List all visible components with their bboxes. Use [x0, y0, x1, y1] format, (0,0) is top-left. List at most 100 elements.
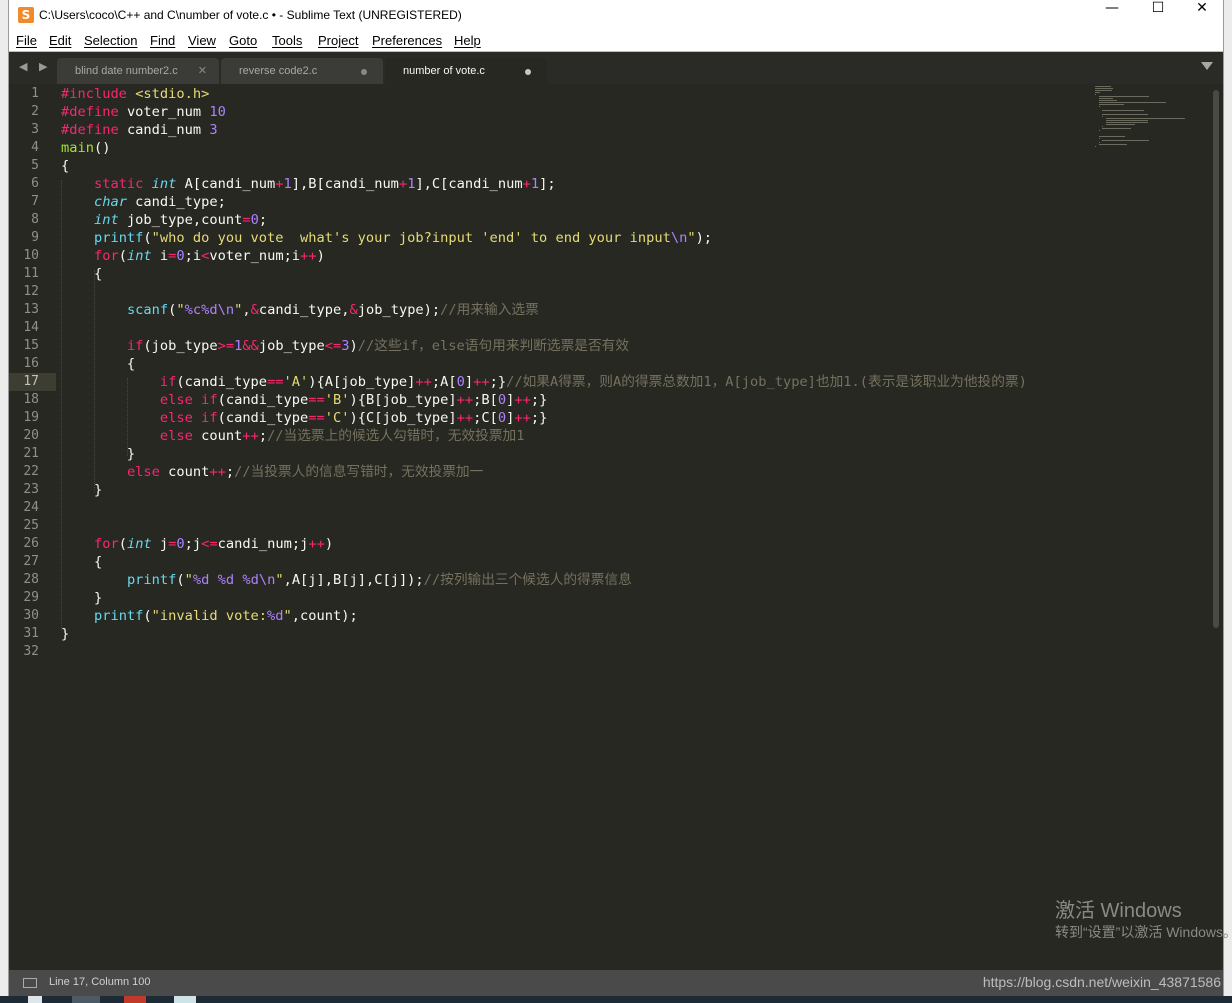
minimap-line	[1105, 122, 1149, 123]
minimap-line	[1098, 144, 1128, 145]
code-line[interactable]: else count++;//当投票人的信息写错时，无效投票加一	[61, 463, 483, 481]
line-number: 30	[23, 608, 39, 623]
tab-close-icon[interactable]: ✕	[198, 64, 207, 77]
code-line[interactable]: else if(candi_type=='B'){B[job_type]++;B…	[61, 391, 547, 409]
minimap-line	[1095, 88, 1113, 89]
tab-label: number of vote.c	[403, 65, 485, 77]
code-line[interactable]: {	[61, 265, 102, 283]
line-number: 22	[23, 464, 39, 479]
code-line[interactable]: {	[61, 157, 69, 175]
code-line[interactable]: }	[61, 625, 69, 643]
line-number-gutter: 1 2 3 4 5 6 7 8 9 10 11 12 13 14 15 16 17 18 19 20 21 22 23 24 2…	[9, 84, 57, 970]
minimize-button[interactable]: —	[1089, 0, 1135, 31]
menu-bar: File Edit Selection Find View Goto Tools…	[9, 31, 1223, 51]
cursor-position: Line 17, Column 100	[49, 976, 151, 988]
line-number: 31	[23, 626, 39, 641]
code-line[interactable]: printf("%d %d %d\n",A[j],B[j],C[j]);//按列…	[61, 571, 632, 589]
line-number: 28	[23, 572, 39, 587]
taskbar-icon[interactable]	[28, 996, 42, 1003]
code-line[interactable]: }	[61, 481, 102, 499]
code-line[interactable]: {	[61, 553, 102, 571]
line-number: 29	[23, 590, 39, 605]
code-line[interactable]: int job_type,count=0;	[61, 211, 267, 229]
menu-selection[interactable]: Selection	[84, 33, 137, 48]
tab-number-of-vote[interactable]: number of vote.c	[385, 58, 547, 85]
code-line[interactable]: scanf("%c%d\n",&candi_type,&job_type);//…	[61, 301, 539, 319]
tab-label: blind date number2.c	[75, 65, 178, 77]
sublime-window: S C:\Users\coco\C++ and C\number of vote…	[8, 0, 1232, 1003]
vertical-scrollbar[interactable]	[1213, 90, 1219, 628]
code-line[interactable]: printf("invalid vote:%d",count);	[61, 607, 358, 625]
line-number: 6	[31, 176, 39, 191]
line-number: 10	[23, 248, 39, 263]
taskbar-icon[interactable]	[124, 996, 146, 1003]
code-line[interactable]: if(candi_type=='A'){A[job_type]++;A[0]++…	[61, 373, 1027, 391]
taskbar-icon[interactable]	[72, 996, 100, 1003]
code-line[interactable]: char candi_type;	[61, 193, 226, 211]
activation-watermark-subtitle: 转到“设置”以激活 Windows。	[1055, 924, 1232, 940]
minimap-line	[1095, 86, 1112, 87]
code-line[interactable]: main()	[61, 139, 110, 157]
line-number: 17	[23, 374, 39, 389]
menu-preferences[interactable]: Preferences	[372, 33, 442, 48]
maximize-button[interactable]: ☐	[1135, 0, 1181, 31]
source-url-watermark: https://blog.csdn.net/weixin_43871586	[982, 974, 1221, 990]
menu-view[interactable]: View	[188, 33, 216, 48]
menu-goto[interactable]: Goto	[229, 33, 257, 48]
code-line[interactable]: #define voter_num 10	[61, 103, 226, 121]
minimap-line	[1098, 106, 1100, 107]
line-number: 9	[31, 230, 39, 245]
line-number: 11	[23, 266, 39, 281]
code-line[interactable]: #include <stdio.h>	[61, 85, 209, 103]
menu-help[interactable]: Help	[454, 33, 481, 48]
code-line[interactable]: }	[61, 445, 135, 463]
tab-bar: ◀ ▶ blind date number2.c ✕ reverse code2…	[9, 51, 1223, 85]
code-line[interactable]: #define candi_num 3	[61, 121, 218, 139]
code-editor[interactable]: 1 2 3 4 5 6 7 8 9 10 11 12 13 14 15 16 17 18 19 20 21 22 23 24 2…	[9, 84, 1232, 970]
minimap-line	[1095, 90, 1113, 91]
minimap-line	[1098, 96, 1149, 97]
activation-watermark-title: 激活 Windows	[1055, 900, 1182, 922]
line-number: 19	[23, 410, 39, 425]
code-line[interactable]: }	[61, 589, 102, 607]
menu-file[interactable]: File	[16, 33, 37, 48]
minimap-line	[1102, 110, 1144, 111]
unsaved-dot-icon[interactable]	[525, 69, 531, 75]
code-line[interactable]: for(int j=0;j<=candi_num;j++)	[61, 535, 333, 553]
code-line[interactable]: if(job_type>=1&&job_type<=3)//这些if，else语…	[61, 337, 629, 355]
minimap-line	[1095, 146, 1096, 147]
code-line[interactable]: else if(candi_type=='C'){C[job_type]++;C…	[61, 409, 547, 427]
menu-edit[interactable]: Edit	[49, 33, 71, 48]
taskbar	[0, 996, 1232, 1003]
window-title: C:\Users\coco\C++ and C\number of vote.c…	[39, 8, 462, 22]
minimap-line	[1102, 126, 1104, 127]
unsaved-dot-icon[interactable]	[361, 69, 367, 75]
line-number: 18	[23, 392, 39, 407]
tab-reverse-code[interactable]: reverse code2.c	[221, 58, 383, 85]
minimap-line	[1098, 100, 1118, 101]
line-number: 12	[23, 284, 39, 299]
menu-tools[interactable]: Tools	[272, 33, 302, 48]
tab-blind-date[interactable]: blind date number2.c ✕	[57, 58, 219, 85]
minimap-line	[1102, 116, 1104, 117]
code-line[interactable]: for(int i=0;i<voter_num;i++)	[61, 247, 325, 265]
code-line[interactable]: else count++;//当选票上的候选人勾错时，无效投票加1	[61, 427, 525, 445]
minimap-line	[1105, 124, 1136, 125]
title-bar: S C:\Users\coco\C++ and C\number of vote…	[9, 0, 1223, 31]
minimap[interactable]	[1093, 84, 1211, 154]
menu-project[interactable]: Project	[318, 33, 358, 48]
line-number: 5	[31, 158, 39, 173]
minimap-line	[1102, 140, 1149, 141]
line-number: 27	[23, 554, 39, 569]
close-button[interactable]: ✕	[1179, 0, 1225, 31]
code-line[interactable]: {	[61, 355, 135, 373]
code-line[interactable]: printf("who do you vote what's your job?…	[61, 229, 712, 247]
line-number: 14	[23, 320, 39, 335]
monitor-icon[interactable]	[23, 978, 37, 988]
tab-dropdown-icon[interactable]	[1201, 62, 1213, 70]
tab-nav-arrows-icon[interactable]: ◀ ▶	[19, 60, 51, 73]
line-number: 7	[31, 194, 39, 209]
menu-find[interactable]: Find	[150, 33, 175, 48]
taskbar-icon[interactable]	[174, 996, 196, 1003]
code-line[interactable]: static int A[candi_num+1],B[candi_num+1]…	[61, 175, 556, 193]
